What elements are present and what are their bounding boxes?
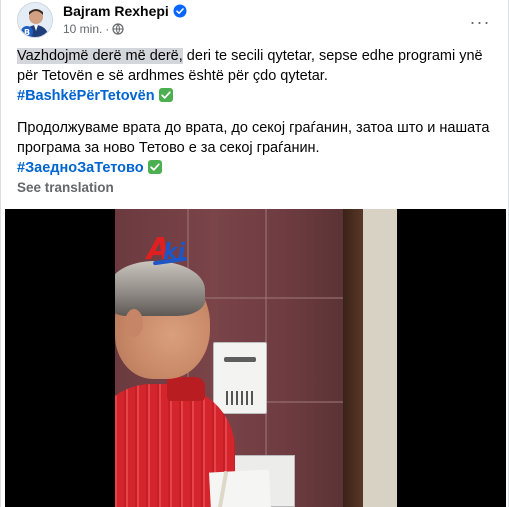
highlighted-text: Vazhdojmë derë më derë, xyxy=(17,48,183,64)
person-ear xyxy=(125,309,143,337)
post-header: B Bajram Rexhepi 10 min. · ··· xyxy=(17,2,494,38)
more-options-icon: ··· xyxy=(469,11,491,32)
video-frame: A ki xyxy=(115,209,397,507)
aki-logo: A ki xyxy=(147,235,195,267)
post-paragraph-albanian: Vazhdojmë derë më derë, deri te secili q… xyxy=(17,46,494,86)
door-opening xyxy=(363,209,397,507)
hashtag-zaedno-za-tetovo[interactable]: #ЗаедноЗаТетово xyxy=(17,160,144,176)
mailbox-slot xyxy=(224,357,256,362)
see-translation-link[interactable]: See translation xyxy=(17,180,114,195)
author-name[interactable]: Bajram Rexhepi xyxy=(63,3,169,19)
check-mark-icon xyxy=(147,159,163,175)
post-paragraph-macedonian: Продолжуваме врата до врата, до секој гр… xyxy=(17,120,490,156)
hashtag-line-2: #ЗаедноЗаТетово xyxy=(17,158,494,178)
mailbox xyxy=(213,342,267,414)
hashtag-line-1: #BashkëPërTetovën xyxy=(17,86,494,106)
check-mark-icon xyxy=(158,87,174,103)
person-collar xyxy=(167,377,205,401)
avatar-image: B xyxy=(18,3,52,37)
author-line: Bajram Rexhepi xyxy=(63,3,187,19)
facebook-post: B Bajram Rexhepi 10 min. · ··· Vazhdojmë… xyxy=(0,0,509,507)
post-text: Vazhdojmë derë më derë, deri te secili q… xyxy=(17,46,494,178)
post-time[interactable]: 10 min. xyxy=(63,22,102,36)
post-meta: 10 min. · xyxy=(63,22,124,36)
more-options-button[interactable]: ··· xyxy=(466,8,494,36)
author-avatar[interactable]: B xyxy=(17,2,53,38)
globe-icon[interactable] xyxy=(112,23,124,35)
post-video[interactable]: A ki xyxy=(5,209,506,507)
mailbox-vents xyxy=(226,391,256,405)
verified-badge-icon xyxy=(173,4,187,18)
person-hair xyxy=(115,261,205,316)
hashtag-bashke-per-tetoven[interactable]: #BashkëPërTetovën xyxy=(17,88,155,104)
svg-text:B: B xyxy=(24,28,30,37)
meta-separator: · xyxy=(105,22,110,36)
